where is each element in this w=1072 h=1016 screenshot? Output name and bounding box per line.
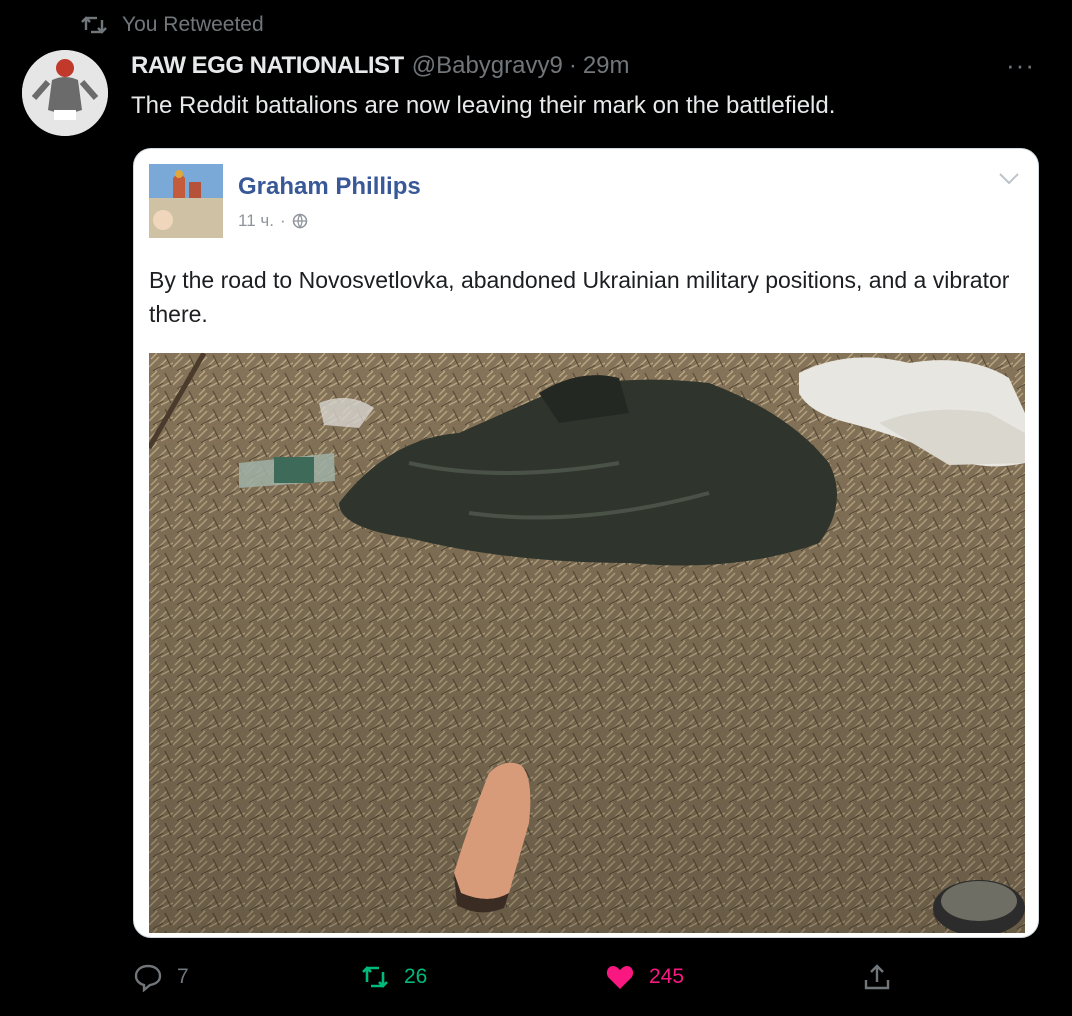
avatar[interactable] (22, 50, 108, 136)
timestamp[interactable]: 29m (583, 52, 630, 80)
like-button[interactable]: 245 (605, 962, 684, 992)
author-name[interactable]: RAW EGG NATIONALIST (131, 52, 404, 80)
retweet-header: You Retweeted (80, 12, 264, 38)
post-photo (149, 353, 1025, 933)
tweet-header: RAW EGG NATIONALIST @Babygravy9 · 29m (131, 52, 630, 80)
retweet-count: 26 (404, 965, 428, 988)
like-count: 245 (649, 965, 685, 988)
retweet-header-label: You Retweeted (122, 13, 264, 36)
like-icon (606, 966, 634, 989)
fb-post-meta: 11 ч. · (238, 211, 308, 231)
reply-icon (134, 964, 162, 992)
more-icon[interactable]: ··· (1006, 50, 1035, 81)
fb-author-name: Graham Phillips (238, 173, 421, 200)
retweet-icon (81, 16, 107, 34)
chevron-down-icon (998, 169, 1020, 192)
retweet-button[interactable]: 26 (360, 962, 427, 992)
fb-separator: · (279, 211, 286, 230)
share-icon (864, 964, 890, 990)
fb-post-text: By the road to Novosvetlovka, abandoned … (149, 267, 1010, 327)
tweet-text: The Reddit battalions are now leaving th… (131, 92, 836, 119)
reply-button[interactable]: 7 (133, 962, 189, 992)
reply-count: 7 (177, 965, 189, 988)
globe-icon (292, 213, 307, 229)
retweet-icon (362, 966, 388, 988)
embedded-image-card[interactable]: Graham Phillips 11 ч. · By the road to N… (133, 148, 1039, 938)
fb-avatar (149, 164, 223, 238)
author-handle[interactable]: @Babygravy9 (412, 52, 563, 80)
separator-dot: · (568, 52, 577, 79)
fb-post-time: 11 ч. (238, 211, 274, 230)
share-button[interactable] (862, 962, 892, 992)
